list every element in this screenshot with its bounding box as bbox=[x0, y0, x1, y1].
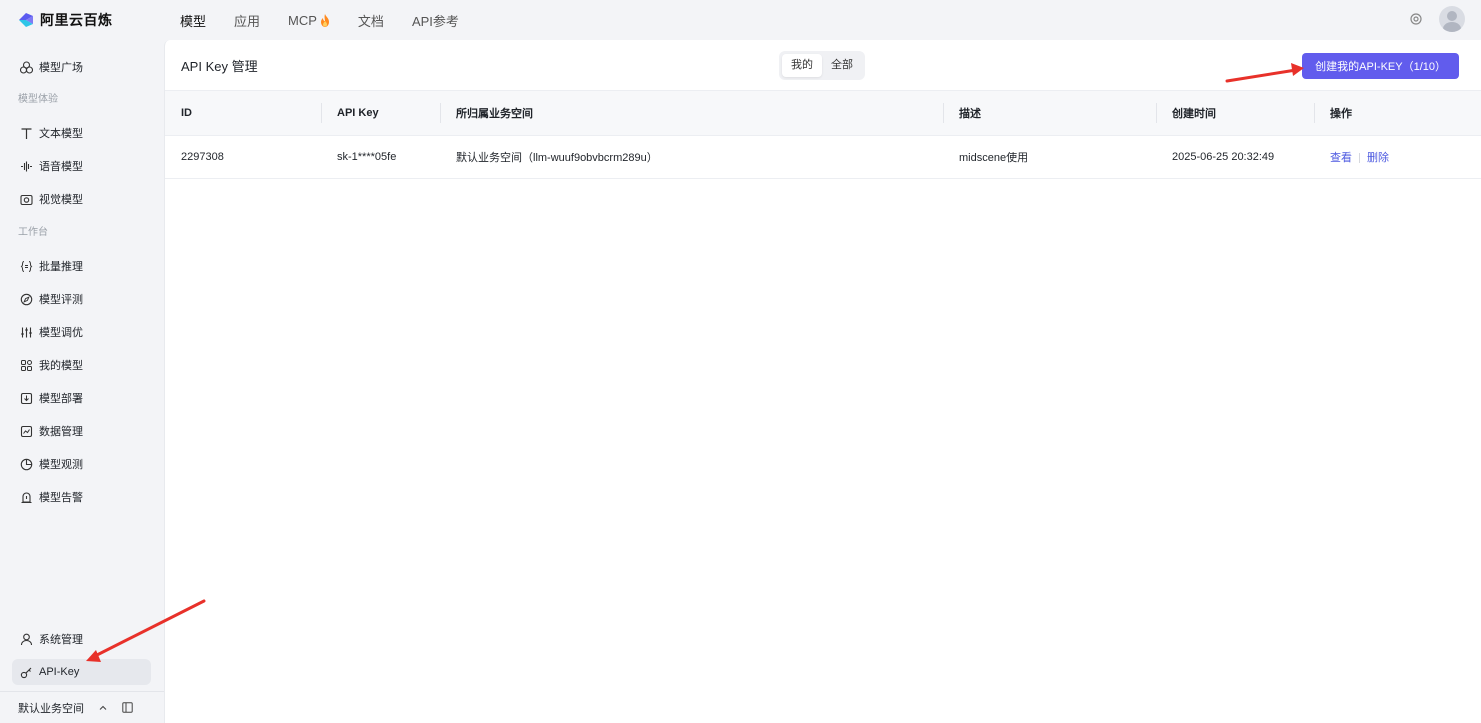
col-header-description: 描述 bbox=[943, 91, 1156, 136]
main-panel: API Key 管理 我的 全部 创建我的API-KEY（1/10） ID AP… bbox=[164, 40, 1481, 723]
sidebar-item-label: 模型调优 bbox=[39, 327, 83, 339]
sidebar-item-api-key[interactable]: API-Key bbox=[12, 659, 151, 685]
sidebar-item-label: 数据管理 bbox=[39, 426, 83, 438]
create-api-key-button[interactable]: 创建我的API-KEY（1/10） bbox=[1302, 53, 1459, 79]
table-header-row: ID API Key 所归属业务空间 描述 创建时间 操作 bbox=[165, 91, 1481, 136]
brand[interactable]: 阿里云百炼 bbox=[0, 10, 165, 30]
col-header-created-time: 创建时间 bbox=[1156, 91, 1314, 136]
cell-api-key: sk-1****05fe bbox=[321, 135, 440, 179]
alarm-icon bbox=[19, 490, 33, 504]
sidebar-item-model-eval[interactable]: 模型评测 bbox=[12, 286, 151, 312]
collapse-sidebar-icon[interactable] bbox=[122, 702, 133, 713]
top-bar: 阿里云百炼 模型 应用 MCP 文档 API参考 bbox=[0, 0, 1481, 40]
scope-segmented-control: 我的 全部 bbox=[779, 51, 865, 80]
sidebar-item-model-observe[interactable]: 模型观测 bbox=[12, 451, 151, 477]
avatar[interactable] bbox=[1439, 6, 1465, 32]
sidebar-item-label: 视觉模型 bbox=[39, 194, 83, 206]
sidebar-item-my-models[interactable]: 我的模型 bbox=[12, 352, 151, 378]
sidebar-item-speech-model[interactable]: 语音模型 bbox=[12, 153, 151, 179]
sidebar-item-label: API-Key bbox=[39, 666, 80, 678]
sidebar-item-model-alarm[interactable]: 模型告警 bbox=[12, 484, 151, 510]
table-row: 2297308 sk-1****05fe 默认业务空间（llm-wuuf9obv… bbox=[165, 135, 1481, 179]
col-header-workspace: 所归属业务空间 bbox=[440, 91, 943, 136]
deploy-icon bbox=[19, 391, 33, 405]
nav-item-mcp-label: MCP bbox=[288, 12, 317, 28]
sidebar-item-label: 语音模型 bbox=[39, 161, 83, 173]
settings-icon[interactable] bbox=[1409, 12, 1423, 26]
fire-icon bbox=[320, 13, 329, 27]
braces-icon bbox=[19, 259, 33, 273]
waveform-icon bbox=[19, 159, 33, 173]
workspace-name: 默认业务空间 bbox=[18, 702, 84, 715]
sidebar-item-label: 模型部署 bbox=[39, 393, 83, 405]
sidebar-item-label: 模型告警 bbox=[39, 492, 83, 504]
sidebar-item-system-management[interactable]: 系统管理 bbox=[12, 626, 151, 652]
sidebar-item-label: 模型评测 bbox=[39, 294, 83, 306]
nav-item-models[interactable]: 模型 bbox=[180, 11, 206, 30]
sidebar-item-label: 模型广场 bbox=[39, 62, 83, 74]
chevron-up-icon bbox=[99, 705, 107, 710]
chart-icon bbox=[19, 424, 33, 438]
nav-item-api-ref[interactable]: API参考 bbox=[412, 11, 459, 30]
user-icon bbox=[19, 632, 33, 646]
workspace-switcher[interactable]: 默认业务空间 bbox=[0, 691, 164, 723]
sidebar-item-label: 系统管理 bbox=[39, 634, 83, 646]
cell-id: 2297308 bbox=[165, 135, 321, 179]
nav-item-mcp[interactable]: MCP bbox=[288, 13, 330, 28]
text-icon bbox=[19, 126, 33, 140]
sidebar-section-workbench: 工作台 bbox=[18, 227, 48, 238]
cube-icon bbox=[19, 60, 33, 74]
cell-workspace: 默认业务空间（llm-wuuf9obvbcrm289u） bbox=[440, 135, 943, 179]
nav-item-apps[interactable]: 应用 bbox=[234, 11, 260, 30]
top-nav: 模型 应用 MCP 文档 API参考 bbox=[180, 11, 487, 30]
cell-created-time: 2025-06-25 20:32:49 bbox=[1156, 135, 1314, 179]
key-icon bbox=[19, 665, 33, 679]
col-header-api-key: API Key bbox=[321, 91, 440, 136]
sidebar-item-batch-inference[interactable]: 批量推理 bbox=[12, 253, 151, 279]
sliders-icon bbox=[19, 325, 33, 339]
sidebar-section-trial: 模型体验 bbox=[18, 94, 58, 105]
sidebar-item-label: 模型观测 bbox=[39, 459, 83, 471]
pie-icon bbox=[19, 457, 33, 471]
compass-icon bbox=[19, 292, 33, 306]
camera-icon bbox=[19, 192, 33, 206]
apps-icon bbox=[19, 358, 33, 372]
sidebar-item-label: 我的模型 bbox=[39, 360, 83, 372]
cell-description: midscene使用 bbox=[943, 135, 1156, 179]
nav-item-docs[interactable]: 文档 bbox=[358, 11, 384, 30]
top-right-actions bbox=[1409, 6, 1465, 32]
sidebar: 模型广场 模型体验 文本模型 语音模型 视觉模型 工作台 批量推理 模型评测 模… bbox=[0, 40, 164, 723]
page-title: API Key 管理 bbox=[181, 58, 258, 74]
delete-link[interactable]: 删除 bbox=[1367, 152, 1389, 164]
sidebar-item-data-management[interactable]: 数据管理 bbox=[12, 418, 151, 444]
view-link[interactable]: 查看 bbox=[1330, 152, 1352, 164]
api-key-table: ID API Key 所归属业务空间 描述 创建时间 操作 2297308 sk… bbox=[165, 91, 1481, 179]
col-header-actions: 操作 bbox=[1314, 91, 1481, 136]
col-header-id: ID bbox=[165, 91, 321, 136]
sidebar-item-label: 文本模型 bbox=[39, 128, 83, 140]
cell-actions: 查看 删除 bbox=[1314, 135, 1481, 179]
sidebar-item-model-deploy[interactable]: 模型部署 bbox=[12, 385, 151, 411]
main-header: API Key 管理 我的 全部 创建我的API-KEY（1/10） bbox=[165, 40, 1481, 91]
segment-all[interactable]: 全部 bbox=[822, 54, 862, 77]
sidebar-item-text-model[interactable]: 文本模型 bbox=[12, 120, 151, 146]
action-divider bbox=[1359, 152, 1360, 163]
brand-name: 阿里云百炼 bbox=[40, 12, 113, 28]
brand-logo-icon bbox=[19, 13, 33, 27]
sidebar-item-model-tuning[interactable]: 模型调优 bbox=[12, 319, 151, 345]
sidebar-item-vision-model[interactable]: 视觉模型 bbox=[12, 186, 151, 212]
sidebar-item-label: 批量推理 bbox=[39, 261, 83, 273]
sidebar-item-model-square[interactable]: 模型广场 bbox=[12, 54, 151, 80]
segment-mine[interactable]: 我的 bbox=[782, 54, 822, 77]
